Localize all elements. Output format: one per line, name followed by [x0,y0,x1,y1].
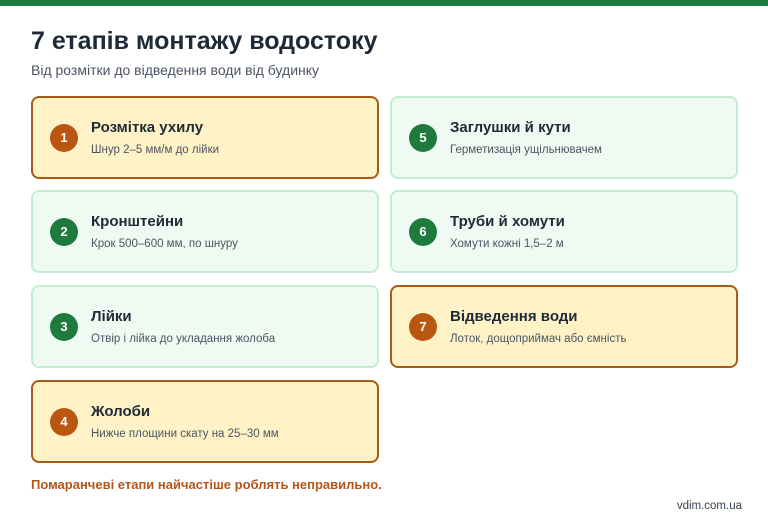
step-description: Крок 500–600 мм, по шнуру [91,238,238,250]
step-number-badge: 3 [50,313,78,341]
step-description: Нижче площини скату на 25–30 мм [91,428,279,440]
step-description: Отвір і лійка до укладання жолоба [91,333,276,345]
step-title: Заглушки й кути [450,119,571,136]
step-title: Відведення води [450,308,578,325]
step-number-badge: 7 [409,313,437,341]
step-number-badge: 4 [50,408,78,436]
step-description: Лоток, дощоприймач або ємність [450,333,627,345]
step-card-4: 4 Жолоби Нижче площини скату на 25–30 мм [31,380,379,463]
source-credit: vdim.com.ua [676,500,742,512]
step-description: Хомути кожні 1,5–2 м [450,238,564,250]
page-subtitle: Від розмітки до відведення води від буди… [31,62,320,78]
step-card-5: 5 Заглушки й кути Герметизація ущільнюва… [390,96,738,179]
step-card-2: 2 Кронштейни Крок 500–600 мм, по шнуру [31,190,379,273]
step-title: Труби й хомути [450,213,565,230]
step-card-6: 6 Труби й хомути Хомути кожні 1,5–2 м [390,190,738,273]
step-description: Герметизація ущільнювачем [450,144,602,156]
step-number-badge: 2 [50,218,78,246]
step-description: Шнур 2–5 мм/м до лійки [91,144,220,156]
footnote: Помаранчеві етапи найчастіше роблять неп… [31,477,382,492]
step-number-badge: 5 [409,124,437,152]
top-accent-bar [0,0,768,6]
step-card-3: 3 Лійки Отвір і лійка до укладання жолоб… [31,285,379,368]
step-title: Розмітка ухилу [91,119,204,136]
step-number-badge: 1 [50,124,78,152]
step-number-badge: 6 [409,218,437,246]
step-title: Жолоби [91,403,151,420]
step-card-1: 1 Розмітка ухилу Шнур 2–5 мм/м до лійки [31,96,379,179]
step-card-7: 7 Відведення води Лоток, дощоприймач або… [390,285,738,368]
step-title: Лійки [91,308,132,325]
page-title: 7 етапів монтажу водостоку [31,27,378,55]
step-title: Кронштейни [91,213,184,230]
